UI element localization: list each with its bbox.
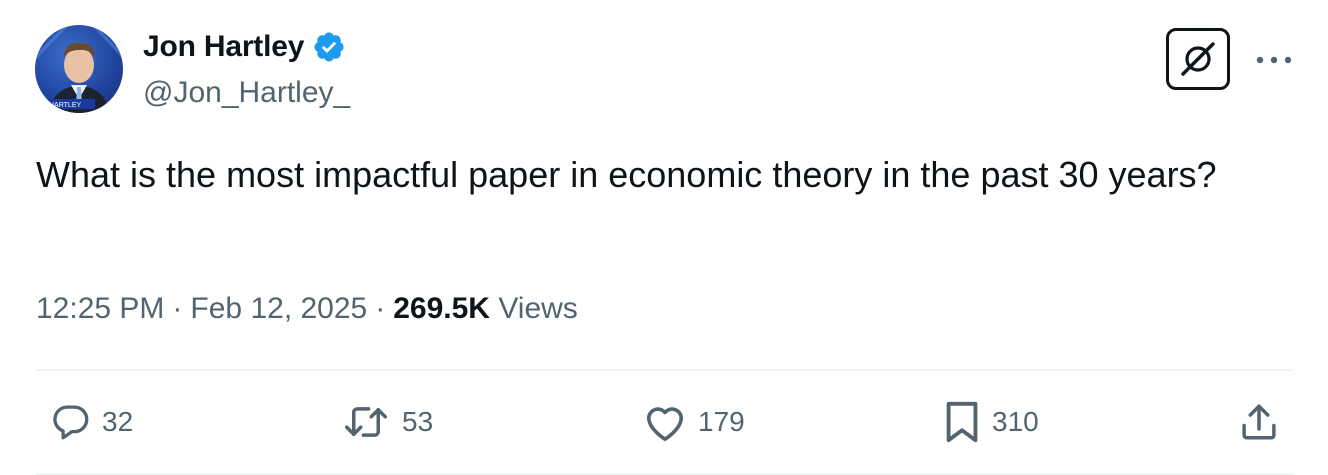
divider [36,369,1293,371]
repost-count: 53 [402,406,434,437]
repost-button[interactable]: 53 [340,398,433,446]
more-button[interactable] [1254,46,1294,74]
bookmark-button[interactable]: 310 [942,398,1039,446]
repost-icon [345,407,387,437]
meta-separator: · [172,292,183,325]
reply-count: 32 [102,406,134,437]
tweet-text: What is the most impactful paper in econ… [36,154,1217,195]
like-button[interactable]: 179 [642,398,745,446]
grok-icon [1181,42,1215,76]
author-name-row: Jon Hartley [143,30,346,64]
bookmark-count: 310 [992,406,1039,437]
views-count: 269.5K [393,292,490,325]
bookmark-icon [946,401,978,443]
tweet-date[interactable]: Feb 12, 2025 [190,292,367,325]
tweet-time[interactable]: 12:25 PM [36,292,164,325]
grok-button[interactable] [1166,28,1230,90]
tweet-meta: 12:25 PM · Feb 12, 2025 · 269.5K Views [36,292,578,326]
like-count: 179 [698,406,745,437]
share-icon [1242,404,1276,440]
author-handle[interactable]: @Jon_Hartley_ [143,76,350,110]
reply-icon [53,405,89,440]
avatar-portrait: HARTLEY [35,25,123,113]
author-display-name[interactable]: Jon Hartley [143,30,304,64]
reply-button[interactable]: 32 [50,398,133,446]
meta-separator: · [375,292,386,325]
more-icon [1256,56,1292,64]
verified-badge-icon[interactable] [312,30,346,64]
heart-icon [646,407,684,441]
avatar[interactable]: HARTLEY [35,25,123,113]
share-button[interactable] [1238,398,1280,446]
avatar-caption: HARTLEY [49,102,81,109]
views-label: Views [498,292,578,325]
